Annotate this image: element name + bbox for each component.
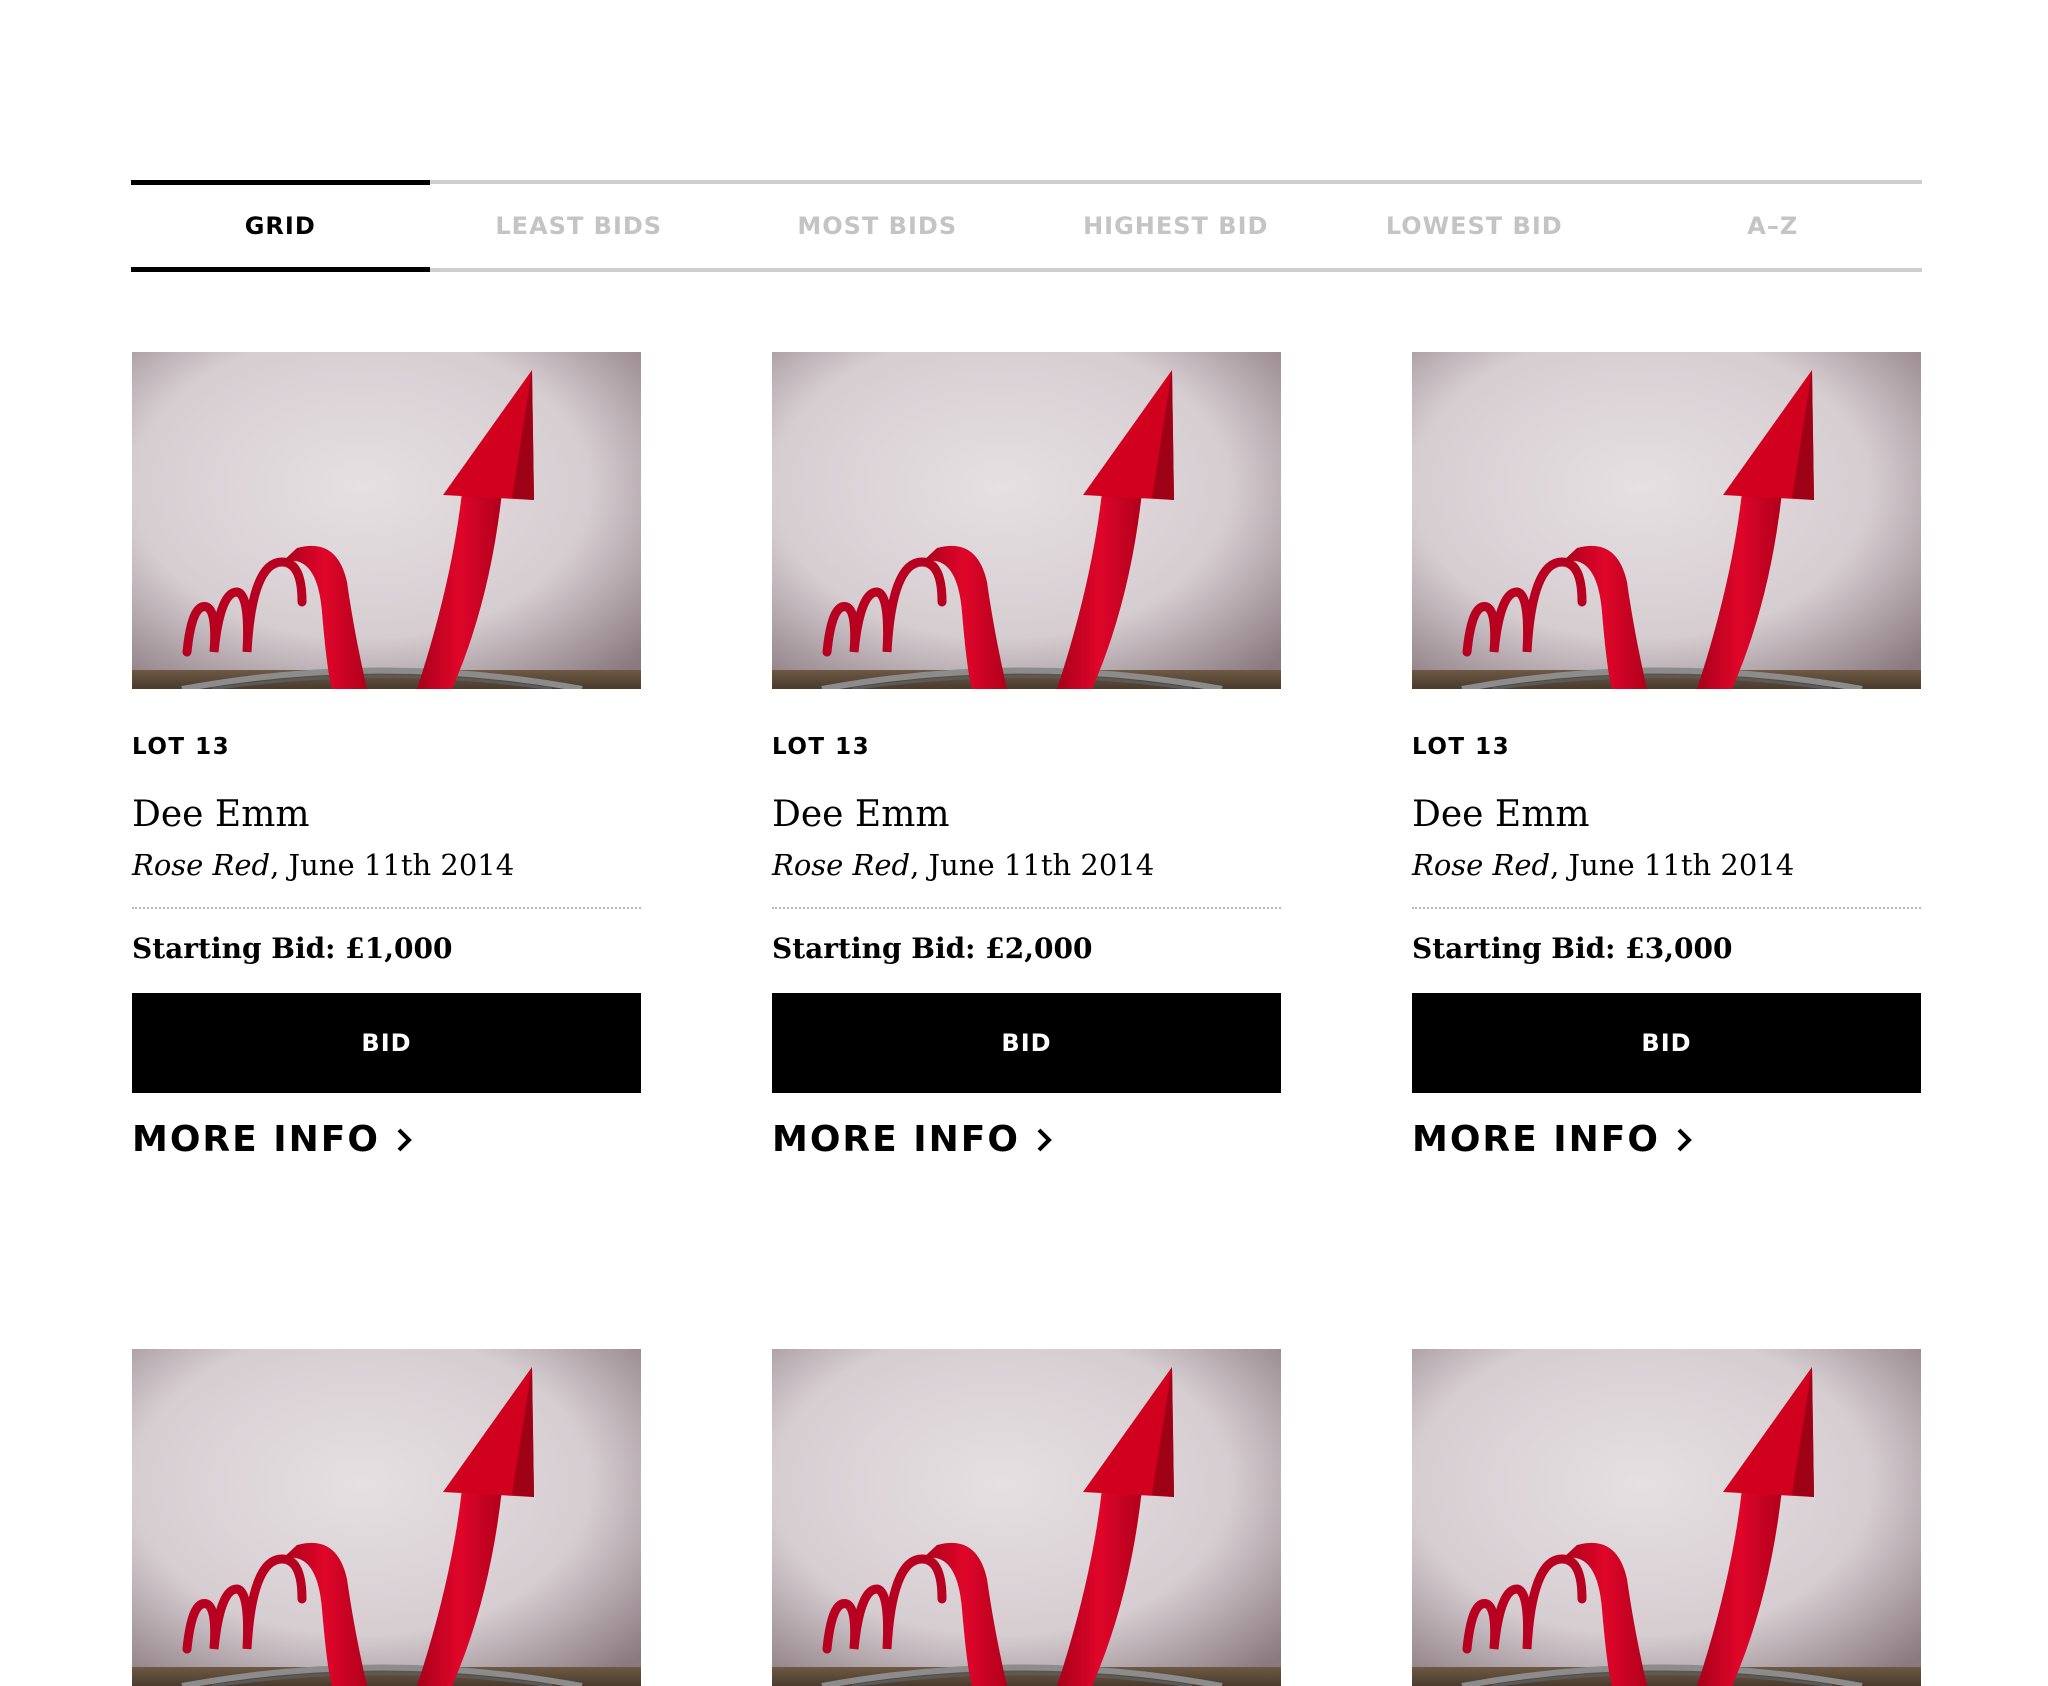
more-info-link[interactable]: MORE INFO: [1412, 1119, 1694, 1160]
artist-name: Dee Emm: [1412, 794, 1590, 835]
more-info-label: MORE INFO: [132, 1119, 380, 1160]
artist-name: Dee Emm: [772, 794, 950, 835]
lot-grid-row-2: [132, 1349, 1921, 1686]
work-title: Rose Red: [772, 848, 911, 882]
more-info-label: MORE INFO: [772, 1119, 1020, 1160]
bid-button[interactable]: BID: [772, 993, 1281, 1093]
lot-number: LOT 13: [772, 734, 871, 760]
lot-grid: LOT 13 Dee Emm Rose Red, June 11th 2014 …: [132, 352, 1921, 1160]
chevron-right-icon: [397, 1128, 412, 1151]
lot-number: LOT 13: [132, 734, 231, 760]
tab-a-z[interactable]: A–Z: [1624, 184, 1923, 268]
red-arrow-sculpture-image: [132, 352, 641, 689]
work-title: Rose Red: [132, 848, 271, 882]
lot-image[interactable]: [1412, 352, 1921, 689]
red-arrow-sculpture-image: [772, 1349, 1281, 1686]
lot-number: LOT 13: [1412, 734, 1511, 760]
tab-grid[interactable]: GRID: [131, 180, 430, 272]
red-arrow-sculpture-image: [1412, 1349, 1921, 1686]
artwork-title: Rose Red, June 11th 2014: [132, 847, 641, 909]
work-date: , June 11th 2014: [1550, 848, 1795, 882]
lot-image[interactable]: [132, 352, 641, 689]
lot-card: LOT 13 Dee Emm Rose Red, June 11th 2014 …: [132, 352, 641, 1160]
sort-tabs: GRID LEAST BIDS MOST BIDS HIGHEST BID LO…: [131, 180, 1922, 272]
starting-bid: Starting Bid: £1,000: [132, 932, 453, 965]
chevron-right-icon: [1037, 1128, 1052, 1151]
tab-lowest-bid[interactable]: LOWEST BID: [1325, 184, 1624, 268]
work-date: , June 11th 2014: [910, 848, 1155, 882]
red-arrow-sculpture-image: [772, 352, 1281, 689]
starting-bid: Starting Bid: £2,000: [772, 932, 1093, 965]
lot-image[interactable]: [132, 1349, 641, 1686]
more-info-link[interactable]: MORE INFO: [132, 1119, 414, 1160]
lot-card: LOT 13 Dee Emm Rose Red, June 11th 2014 …: [772, 352, 1281, 1160]
tab-most-bids[interactable]: MOST BIDS: [728, 184, 1027, 268]
lot-image[interactable]: [1412, 1349, 1921, 1686]
work-date: , June 11th 2014: [270, 848, 515, 882]
starting-bid: Starting Bid: £3,000: [1412, 932, 1733, 965]
red-arrow-sculpture-image: [1412, 352, 1921, 689]
tab-least-bids[interactable]: LEAST BIDS: [430, 184, 729, 268]
work-title: Rose Red: [1412, 848, 1551, 882]
bid-button[interactable]: BID: [1412, 993, 1921, 1093]
tab-highest-bid[interactable]: HIGHEST BID: [1027, 184, 1326, 268]
artwork-title: Rose Red, June 11th 2014: [1412, 847, 1921, 909]
artwork-title: Rose Red, June 11th 2014: [772, 847, 1281, 909]
more-info-label: MORE INFO: [1412, 1119, 1660, 1160]
lot-image[interactable]: [772, 352, 1281, 689]
chevron-right-icon: [1677, 1128, 1692, 1151]
red-arrow-sculpture-image: [132, 1349, 641, 1686]
lot-card: LOT 13 Dee Emm Rose Red, June 11th 2014 …: [1412, 352, 1921, 1160]
artist-name: Dee Emm: [132, 794, 310, 835]
more-info-link[interactable]: MORE INFO: [772, 1119, 1054, 1160]
bid-button[interactable]: BID: [132, 993, 641, 1093]
lot-image[interactable]: [772, 1349, 1281, 1686]
